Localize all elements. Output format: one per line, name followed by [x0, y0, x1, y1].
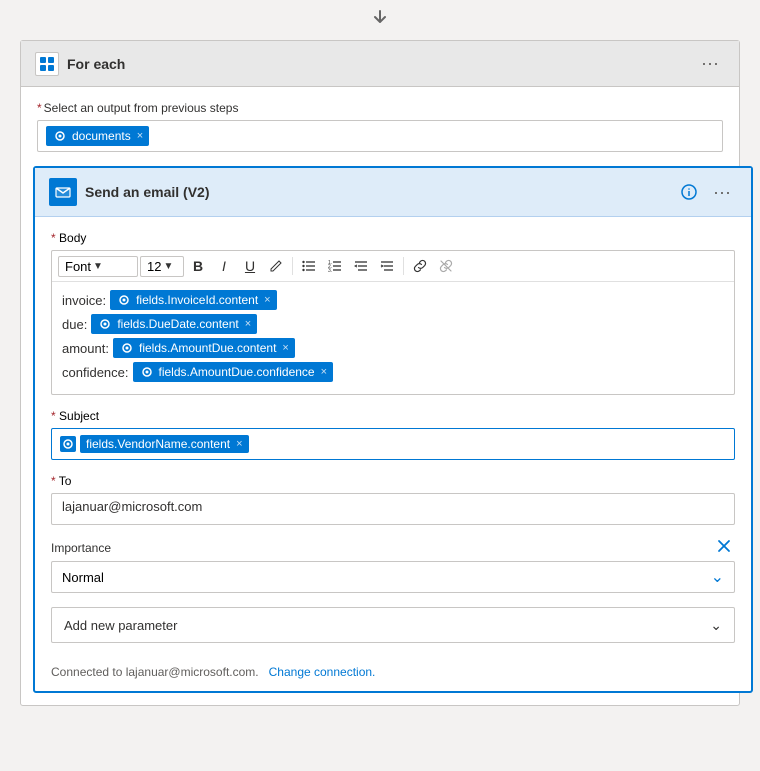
add-param-label: Add new parameter [64, 618, 177, 633]
subject-token-icon [60, 436, 76, 452]
importance-section: Importance Normal ⌄ [51, 539, 735, 593]
add-new-parameter-button[interactable]: Add new parameter ⌄ [51, 607, 735, 643]
for-each-card: For each ··· *Select an output from prev… [20, 40, 740, 706]
highlight-button[interactable] [264, 256, 288, 276]
body-section: * Body Font ▼ 12 ▼ [51, 231, 735, 395]
for-each-ellipsis-button[interactable]: ··· [695, 51, 725, 76]
for-each-header: For each ··· [21, 41, 739, 87]
email-footer: Connected to lajanuar@microsoft.com. Cha… [35, 657, 751, 691]
importance-close-button[interactable] [713, 539, 735, 556]
size-select-value: 12 [147, 259, 161, 274]
add-param-arrow: ⌄ [710, 617, 722, 634]
to-label: * To [51, 474, 735, 488]
foreach-token-input[interactable]: documents × [37, 120, 723, 152]
unordered-list-button[interactable] [297, 257, 321, 275]
body-editor[interactable]: Font ▼ 12 ▼ B I U [51, 250, 735, 395]
size-select[interactable]: 12 ▼ [140, 256, 184, 277]
documents-token: documents × [46, 126, 149, 146]
bold-button[interactable]: B [186, 255, 210, 277]
due-token-icon [97, 316, 113, 332]
invoice-token-close[interactable]: × [264, 294, 270, 306]
email-title: Send an email (V2) [85, 184, 209, 200]
email-header-left: Send an email (V2) [49, 178, 209, 206]
outdent-button[interactable] [349, 257, 373, 275]
subject-section: * Subject fields.VendorName.content × [51, 409, 735, 460]
confidence-token-icon [139, 364, 155, 380]
toolbar-divider-1 [292, 257, 293, 275]
to-input[interactable]: lajanuar@microsoft.com [51, 493, 735, 525]
italic-button[interactable]: I [212, 255, 236, 277]
due-token-close[interactable]: × [245, 318, 251, 330]
invoice-token-text: fields.InvoiceId.content [136, 293, 258, 307]
invoice-token-icon [116, 292, 132, 308]
svg-text:3.: 3. [328, 268, 332, 272]
foreach-select-label: *Select an output from previous steps [37, 101, 723, 115]
font-select[interactable]: Font ▼ [58, 256, 138, 277]
body-row-amount: amount: fields.AmountDue.content × [62, 338, 724, 358]
for-each-body: *Select an output from previous steps do… [21, 87, 739, 166]
confidence-label: confidence: [62, 365, 129, 380]
to-section: * To lajanuar@microsoft.com [51, 474, 735, 525]
toolbar: Font ▼ 12 ▼ B I U [52, 251, 734, 282]
for-each-title: For each [67, 56, 125, 72]
amount-token-icon [119, 340, 135, 356]
invoice-label: invoice: [62, 293, 106, 308]
email-header: Send an email (V2) ··· [35, 168, 751, 217]
confidence-token-text: fields.AmountDue.confidence [159, 365, 315, 379]
for-each-icon [35, 52, 59, 76]
email-ellipsis-button[interactable]: ··· [707, 180, 737, 205]
importance-select[interactable]: Normal ⌄ [51, 561, 735, 593]
amount-due-token: fields.AmountDue.content × [113, 338, 295, 358]
email-header-right: ··· [677, 180, 737, 205]
email-info-button[interactable] [677, 180, 701, 204]
footer-connected-text: Connected to lajanuar@microsoft.com. [51, 665, 259, 679]
for-each-header-left: For each [35, 52, 125, 76]
body-row-due: due: fields.DueDate.content × [62, 314, 724, 334]
body-row-invoice: invoice: fields.InvoiceId.content × [62, 290, 724, 310]
importance-dropdown-arrow: ⌄ [711, 567, 724, 587]
font-select-arrow: ▼ [93, 261, 103, 272]
font-select-value: Font [65, 259, 91, 274]
amount-token-close[interactable]: × [282, 342, 288, 354]
importance-label: Importance [51, 541, 111, 555]
subject-input-box[interactable]: fields.VendorName.content × [51, 428, 735, 460]
amount-label: amount: [62, 341, 109, 356]
email-body: * Body Font ▼ 12 ▼ [35, 217, 751, 657]
due-date-token: fields.DueDate.content × [91, 314, 257, 334]
amount-token-text: fields.AmountDue.content [139, 341, 276, 355]
confidence-token: fields.AmountDue.confidence × [133, 362, 334, 382]
link-button[interactable] [408, 256, 432, 276]
documents-token-icon [52, 128, 68, 144]
email-card: Send an email (V2) ··· [33, 166, 753, 693]
subject-label: * Subject [51, 409, 735, 423]
importance-header: Importance [51, 539, 735, 556]
confidence-token-close[interactable]: × [321, 366, 327, 378]
change-connection-link[interactable]: Change connection. [269, 665, 376, 679]
body-label: * Body [51, 231, 735, 245]
email-app-icon [49, 178, 77, 206]
indent-button[interactable] [375, 257, 399, 275]
toolbar-divider-2 [403, 257, 404, 275]
flow-arrow [370, 8, 390, 34]
subject-token: fields.VendorName.content × [80, 435, 249, 453]
size-select-arrow: ▼ [163, 261, 173, 272]
body-row-confidence: confidence: fields.AmountDue.confidence … [62, 362, 724, 382]
documents-token-text: documents [72, 129, 131, 143]
due-label: due: [62, 317, 87, 332]
body-content-area[interactable]: invoice: fields.InvoiceId.content × [52, 282, 734, 394]
importance-value: Normal [62, 570, 104, 585]
invoice-id-token: fields.InvoiceId.content × [110, 290, 277, 310]
due-token-text: fields.DueDate.content [117, 317, 238, 331]
unlink-button[interactable] [434, 256, 458, 276]
subject-token-text: fields.VendorName.content [86, 437, 230, 451]
underline-button[interactable]: U [238, 255, 262, 277]
subject-token-close[interactable]: × [236, 438, 242, 450]
ordered-list-button[interactable]: 1.2.3. [323, 257, 347, 275]
documents-token-close[interactable]: × [137, 130, 143, 142]
